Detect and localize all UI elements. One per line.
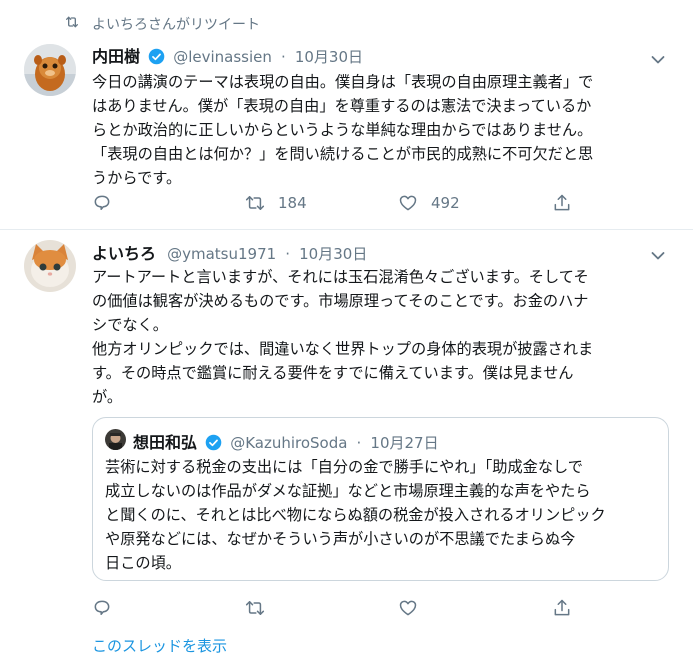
heart-icon [399,600,417,616]
quote-line: や原発などには、なぜかそういう声が小さいのが不思議でたまらぬ今 [105,530,576,548]
share-icon [554,599,570,616]
tweet-text: 今日の講演のテーマは表現の自由。僕自身は「表現の自由原理主義者」で はありません… [92,70,672,190]
tweet-line: す。その時点で鑑賞に耐える要件をすでに備えています。僕は見ません [92,364,574,382]
tweet-date[interactable]: 10月30日 [299,245,367,263]
retweet-context: よいちろさんがリツイート [92,17,260,33]
quote-text: 芸術に対する税金の支出には「自分の金で勝手にやれ」「助成金なしで 成立しないのは… [105,455,660,575]
tweet-line: らとか政治的に正しいからというような単純な理由からではありません。 [92,121,593,139]
reply-button[interactable] [92,598,112,618]
tweet-line: はありません。僕が「表現の自由」を尊重するのは憲法で決まっているか [92,97,592,115]
tweet-line: が。 [92,388,123,406]
tweet-line: シでなく。 [92,316,168,334]
user-handle: @KazuhiroSoda [230,434,348,452]
tweet-text: アートアートと言いますが、それには玉石混淆色々ございます。そしてそ の価値は観客… [92,265,672,409]
share-button[interactable] [552,598,572,618]
tweet-line: うからです。 [92,169,182,187]
display-name[interactable]: よいちろ [92,244,156,263]
avatar[interactable] [24,44,76,96]
quote-line: 日この頃。 [105,554,181,572]
tweet-line: 他方オリンピックでは、間違いなく世界トップの身体的表現が披露されま [92,340,594,358]
tweet-date[interactable]: 10月30日 [295,48,363,66]
separator: · [356,434,362,452]
retweet-button[interactable] [245,598,278,618]
avatar[interactable] [24,240,76,292]
tweet-line: アートアートと言いますが、それには玉石混淆色々ございます。そしてそ [92,268,589,286]
verified-icon [205,434,222,451]
tweet-header: よいちろ @ymatsu1971 · 10月30日 [92,240,367,264]
quote-line: と聞くのに、それとは比べ物にならぬ額の税金が投入されるオリンピック [105,506,606,524]
quote-line: 芸術に対する税金の支出には「自分の金で勝手にやれ」「助成金なしで [105,458,583,476]
like-button[interactable]: 492 [398,193,460,213]
reply-button[interactable] [92,193,112,213]
like-count: 492 [431,194,460,212]
user-handle[interactable]: @levinassien [173,48,272,66]
user-handle[interactable]: @ymatsu1971 [167,245,276,263]
tweet-line: 「表現の自由とは何か？」を問い続けることが市民的成熟に不可欠だと思 [92,145,594,163]
chevron-down-icon[interactable] [651,50,665,69]
reply-icon [94,195,110,210]
quote-line: 成立しないのは作品がダメな証拠」などと市場原理主義的な声をやたら [105,482,591,500]
separator: · [285,245,291,263]
retweet-count: 184 [278,194,307,212]
retweet-icon [64,14,80,34]
verified-icon [148,48,165,65]
like-button[interactable] [398,598,431,618]
quote-header: 想田和弘 @KazuhiroSoda · 10月27日 [133,429,439,453]
heart-icon [399,195,417,211]
tweet-line: 今日の講演のテーマは表現の自由。僕自身は「表現の自由原理主義者」で [92,73,594,91]
share-button[interactable] [552,193,572,213]
separator: · [280,48,286,66]
retweet-icon [245,196,265,210]
chevron-down-icon[interactable] [651,246,665,265]
display-name[interactable]: 内田樹 [92,47,140,66]
tweet-header: 内田樹 @levinassien · 10月30日 [92,43,363,67]
quoted-tweet[interactable]: 想田和弘 @KazuhiroSoda · 10月27日 芸術に対する税金の支出に… [92,417,669,581]
reply-icon [94,600,110,615]
retweet-icon [245,601,265,615]
tweet-date: 10月27日 [370,434,439,452]
avatar [105,429,126,450]
divider [0,229,693,230]
retweet-button[interactable]: 184 [245,193,307,213]
show-thread-link[interactable]: このスレッドを表示 [92,635,227,656]
display-name: 想田和弘 [133,433,198,452]
tweet-line: の価値は観客が決めるものです。市場原理ってそのことです。お金のハナ [92,292,589,310]
share-icon [554,194,570,211]
